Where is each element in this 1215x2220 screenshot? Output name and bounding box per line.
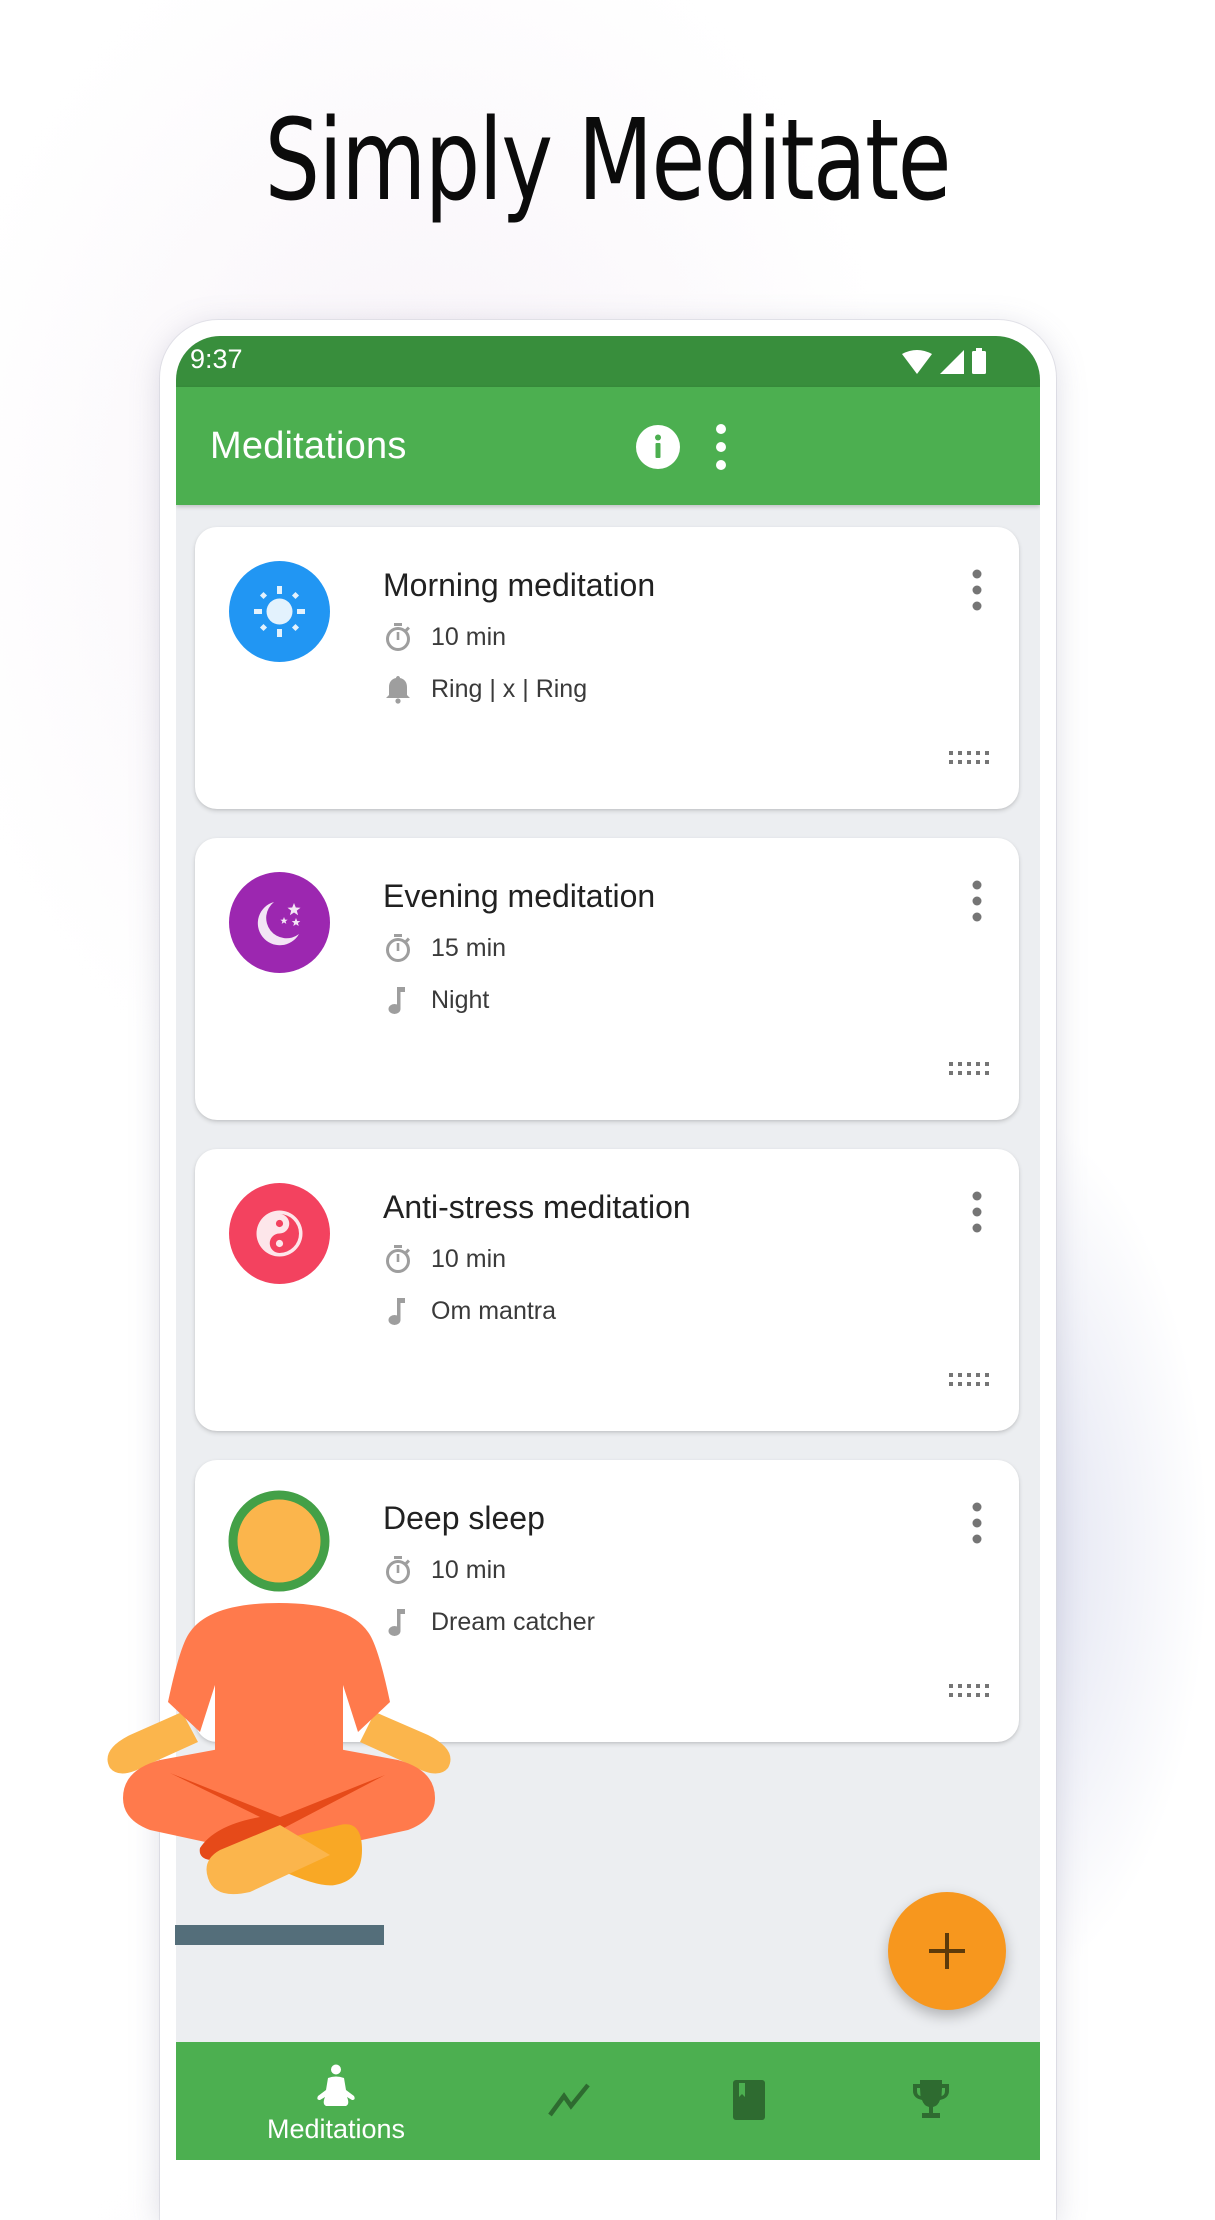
meditation-title: Anti-stress meditation — [383, 1189, 691, 1225]
meditation-title: Deep sleep — [383, 1500, 545, 1536]
app-bar: Meditations — [176, 387, 1040, 505]
meditation-card[interactable]: Deep sleep 10 min Dream catcher — [195, 1460, 1019, 1742]
duration-text: 15 min — [431, 933, 507, 962]
music-note-icon — [388, 987, 405, 1014]
drag-handle-icon[interactable] — [949, 1062, 989, 1076]
battery-icon — [972, 348, 986, 374]
music-note-icon — [388, 1298, 405, 1325]
sound-row: Night — [383, 984, 489, 1016]
sound-row: Ring | x | Ring — [383, 673, 587, 705]
info-button[interactable] — [636, 425, 680, 469]
bell-icon — [386, 676, 410, 704]
moon-stars-icon — [257, 902, 301, 946]
add-meditation-button[interactable] — [888, 1892, 1006, 2010]
sun-icon — [254, 586, 305, 637]
card-menu-button[interactable] — [965, 1189, 989, 1235]
sound-text: Om mantra — [431, 1296, 557, 1325]
yin-yang-icon — [256, 1210, 303, 1257]
timer-icon — [386, 623, 410, 651]
nav-label-meditations: Meditations — [266, 2114, 406, 2144]
meditation-card[interactable]: Anti-stress meditation 10 min Om mantra — [195, 1149, 1019, 1431]
meditation-card[interactable]: Evening meditation 15 min Night — [195, 838, 1019, 1120]
meditation-title: Morning meditation — [383, 567, 656, 603]
meditation-avatar — [229, 561, 330, 662]
book-bookmark-icon — [733, 2080, 765, 2120]
status-icons — [902, 348, 986, 374]
promo-headline-text: Simply Meditate — [264, 96, 952, 226]
bottom-navigation: Meditations — [176, 2042, 1040, 2160]
music-note-icon — [388, 1609, 405, 1636]
promo-headline: Simply Meditate — [0, 96, 1215, 226]
overflow-menu-button[interactable] — [711, 421, 731, 473]
more-vert-icon — [972, 1502, 982, 1544]
meditation-avatar — [229, 1183, 330, 1284]
info-icon — [636, 425, 680, 469]
sound-text: Night — [431, 985, 490, 1014]
app-bar-title: Meditations — [210, 425, 407, 467]
timer-icon — [386, 1245, 410, 1273]
trend-chart-icon — [548, 2083, 590, 2117]
app-screen: 9:37 Meditations Morning meditation 10 m… — [176, 336, 1040, 2160]
sound-row: Dream catcher — [383, 1606, 595, 1638]
more-vert-icon — [972, 1191, 982, 1233]
duration-row: 10 min — [383, 1243, 506, 1275]
card-menu-button[interactable] — [965, 1500, 989, 1546]
meditation-title: Evening meditation — [383, 878, 656, 914]
sound-text: Ring | x | Ring — [431, 674, 588, 703]
meditation-pose-icon — [317, 2064, 355, 2106]
meditation-avatar — [229, 872, 330, 973]
card-menu-button[interactable] — [965, 567, 989, 613]
card-menu-button[interactable] — [965, 878, 989, 924]
more-vert-icon — [972, 880, 982, 922]
sound-text: Dream catcher — [431, 1607, 595, 1636]
wifi-icon — [902, 350, 932, 374]
signal-icon — [940, 350, 964, 374]
plus-icon — [929, 1933, 965, 1969]
meditation-card[interactable]: Morning meditation 10 min Ring | x | Rin… — [195, 527, 1019, 809]
drag-handle-icon[interactable] — [949, 1373, 989, 1387]
duration-text: 10 min — [431, 1244, 507, 1273]
duration-row: 10 min — [383, 1554, 506, 1586]
drag-handle-icon[interactable] — [949, 751, 989, 765]
duration-row: 15 min — [383, 932, 506, 964]
drag-handle-icon[interactable] — [949, 1684, 989, 1698]
duration-row: 10 min — [383, 621, 506, 653]
status-bar: 9:37 — [176, 336, 1040, 387]
timer-icon — [386, 1556, 410, 1584]
status-time: 9:37 — [190, 344, 243, 374]
more-vert-icon — [716, 424, 726, 470]
more-vert-icon — [972, 569, 982, 611]
trophy-icon — [913, 2080, 949, 2118]
duration-text: 10 min — [431, 622, 507, 651]
timer-icon — [386, 934, 410, 962]
duration-text: 10 min — [431, 1555, 507, 1584]
sound-row: Om mantra — [383, 1295, 556, 1327]
